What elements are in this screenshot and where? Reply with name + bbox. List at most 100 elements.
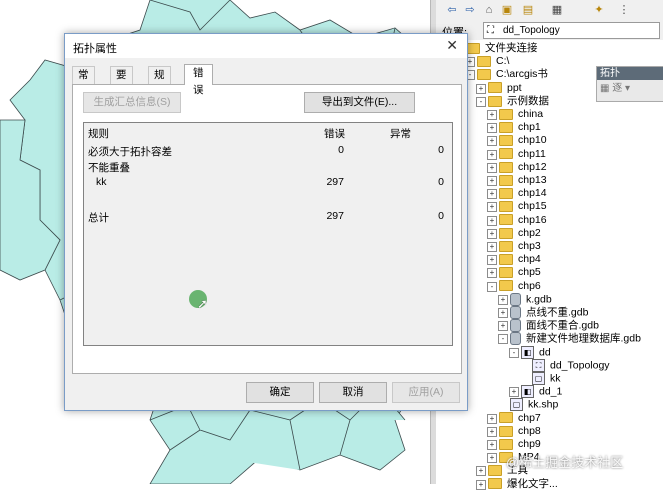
tree-item[interactable]: chp6 bbox=[499, 280, 541, 293]
topology-toolbar-popup[interactable]: 拓扑 ▦ 逐 ▾ bbox=[596, 66, 663, 102]
tree-expander[interactable]: + bbox=[487, 123, 497, 134]
tree-expander[interactable]: + bbox=[487, 189, 497, 200]
errors-cell: 0 bbox=[338, 144, 344, 156]
tree-item[interactable]: C:\ bbox=[477, 55, 509, 68]
tree-item[interactable]: ▢ kk bbox=[532, 372, 561, 385]
tree-expander[interactable]: - bbox=[498, 334, 508, 345]
tree-expander[interactable]: + bbox=[487, 255, 497, 266]
tree-item-label: dd_1 bbox=[539, 385, 563, 398]
forward-arrow-icon[interactable]: ⇨ bbox=[462, 2, 478, 18]
tree-item[interactable]: chp12 bbox=[499, 161, 547, 174]
tree-item[interactable]: china bbox=[499, 108, 543, 121]
tree-item[interactable]: ⛶ dd_Topology bbox=[532, 358, 610, 372]
tree-item[interactable]: 示例数据 bbox=[488, 95, 549, 108]
gdb-icon bbox=[510, 306, 521, 319]
generate-summary-button[interactable]: 生成汇总信息(S) bbox=[83, 92, 181, 113]
folder-icon bbox=[499, 227, 513, 239]
ok-button[interactable]: 确定 bbox=[246, 382, 314, 403]
tab-general[interactable]: 常规 bbox=[72, 66, 95, 98]
tree-item[interactable]: 点线不重.gdb bbox=[510, 306, 588, 319]
new-icon[interactable]: ✦ bbox=[591, 2, 607, 18]
close-icon[interactable]: ✕ bbox=[446, 37, 458, 54]
tree-expander[interactable]: + bbox=[487, 202, 497, 213]
tree-expander[interactable]: - bbox=[487, 281, 497, 292]
tree-expander[interactable]: + bbox=[487, 413, 497, 424]
tree-item[interactable]: chp7 bbox=[499, 412, 541, 425]
tree-item[interactable]: k.gdb bbox=[510, 292, 552, 306]
tree-expander[interactable]: + bbox=[487, 453, 497, 464]
tree-expander[interactable]: - bbox=[509, 347, 519, 358]
tree-item[interactable]: ▢ kk.shp bbox=[510, 398, 558, 412]
tree-item[interactable]: chp10 bbox=[499, 134, 547, 147]
tree-expander[interactable]: + bbox=[476, 466, 486, 477]
tree-item[interactable]: ◧ dd_1 bbox=[521, 385, 563, 399]
tree-item[interactable]: C:\arcgis书 bbox=[477, 68, 548, 81]
apply-button[interactable]: 应用(A) bbox=[392, 382, 460, 403]
back-arrow-icon[interactable]: ⇦ bbox=[444, 2, 460, 18]
tree-item[interactable]: chp14 bbox=[499, 187, 547, 200]
tree-item-label: chp11 bbox=[518, 147, 546, 160]
tab-rules[interactable]: 规则 bbox=[148, 66, 171, 98]
tree-item[interactable]: 爆化文字... bbox=[488, 478, 558, 491]
tree-item[interactable]: chp1 bbox=[499, 121, 541, 134]
tree-expander[interactable]: + bbox=[487, 268, 497, 279]
folder-icon bbox=[499, 267, 513, 279]
dialog-title: 拓扑属性 bbox=[73, 43, 117, 55]
tab-feature-classes[interactable]: 要素类 bbox=[110, 66, 133, 115]
tab-errors[interactable]: 错误 bbox=[184, 64, 213, 96]
topology-toolbar-body[interactable]: ▦ 逐 ▾ bbox=[597, 80, 663, 98]
tree-expander[interactable]: + bbox=[487, 215, 497, 226]
tree-item[interactable]: chp8 bbox=[499, 425, 541, 438]
tree-expander[interactable]: + bbox=[476, 83, 486, 94]
more-icon[interactable]: ⋮ bbox=[616, 2, 632, 18]
topology-properties-dialog: 拓扑属性 ✕ 常规 要素类 规则 错误 生成汇总信息(S) 导出到文件(E)..… bbox=[64, 33, 468, 411]
gdb-icon bbox=[510, 292, 521, 306]
tree-item[interactable]: 文件夹连接 bbox=[466, 42, 538, 55]
tree-item[interactable]: chp5 bbox=[499, 266, 541, 279]
tree-expander[interactable]: + bbox=[487, 149, 497, 160]
cancel-button[interactable]: 取消 bbox=[319, 382, 387, 403]
tree-expander[interactable]: + bbox=[487, 426, 497, 437]
tree-expander[interactable]: - bbox=[476, 96, 486, 107]
rule-cell: 必须大于拓扑容差 bbox=[88, 146, 172, 158]
tree-item[interactable]: chp15 bbox=[499, 200, 547, 213]
tree-item[interactable]: chp2 bbox=[499, 227, 541, 240]
tree-expander[interactable]: + bbox=[487, 440, 497, 450]
errors-cell: 297 bbox=[326, 210, 344, 222]
tree-item[interactable]: ppt bbox=[488, 82, 522, 95]
tree-expander[interactable]: + bbox=[498, 321, 508, 332]
grid-view-icon[interactable]: ▦ bbox=[549, 2, 565, 18]
connect-folder-icon[interactable]: ▤ bbox=[520, 2, 536, 18]
tree-item[interactable]: chp3 bbox=[499, 240, 541, 253]
tree-expander[interactable]: + bbox=[498, 308, 508, 318]
tree-expander[interactable]: + bbox=[487, 162, 497, 173]
tree-expander[interactable]: + bbox=[487, 136, 497, 147]
tree-item[interactable]: 新建文件地理数据库.gdb bbox=[510, 332, 641, 346]
home-icon[interactable]: ⌂ bbox=[481, 2, 497, 18]
dialog-titlebar[interactable]: 拓扑属性 ✕ bbox=[65, 34, 467, 58]
tree-expander[interactable]: + bbox=[487, 176, 497, 186]
tree-expander[interactable]: + bbox=[487, 228, 497, 239]
up-folder-icon[interactable]: ▣ bbox=[499, 2, 515, 18]
tree-item[interactable]: chp9 bbox=[499, 438, 541, 451]
export-to-file-button[interactable]: 导出到文件(E)... bbox=[304, 92, 415, 113]
tree-expander[interactable]: + bbox=[476, 479, 486, 490]
tree-expander[interactable]: + bbox=[487, 242, 497, 252]
folder-icon bbox=[488, 95, 502, 107]
tree-item[interactable]: chp11 bbox=[499, 148, 546, 161]
rule-cell: 不能重叠 bbox=[88, 162, 130, 174]
location-input[interactable]: ⛶ dd_Topology bbox=[483, 22, 660, 39]
tree-item-label: 点线不重.gdb bbox=[526, 306, 589, 319]
tree-item[interactable]: chp16 bbox=[499, 214, 547, 227]
tree-item-label: dd bbox=[539, 345, 551, 358]
tree-expander[interactable]: + bbox=[487, 110, 497, 120]
tree-item[interactable]: 面线不重合.gdb bbox=[510, 319, 599, 333]
folder-icon bbox=[499, 135, 513, 147]
tree-item[interactable]: chp4 bbox=[499, 253, 541, 266]
tree-expander[interactable]: + bbox=[509, 387, 519, 398]
tree-item[interactable]: ◧ dd bbox=[521, 345, 551, 359]
tree-item-label: 面线不重合.gdb bbox=[526, 319, 599, 332]
tree-item[interactable]: chp13 bbox=[499, 174, 547, 187]
folder-icon bbox=[499, 412, 513, 424]
tree-expander[interactable]: + bbox=[498, 294, 508, 305]
